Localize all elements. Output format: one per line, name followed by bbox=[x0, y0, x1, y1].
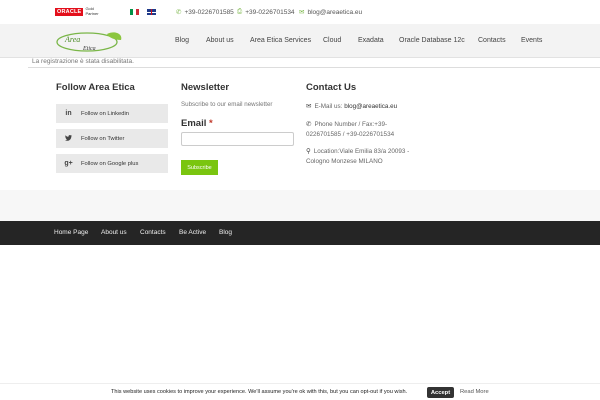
phone-icon: ✆ bbox=[306, 121, 312, 128]
footer-nav-home-page[interactable]: Home Page bbox=[54, 229, 88, 236]
twitter-icon bbox=[56, 134, 81, 143]
follow-google-plus-button[interactable]: g+ Follow on Google plus bbox=[56, 154, 168, 173]
footer-nav-blog[interactable]: Blog bbox=[219, 229, 232, 236]
cookie-accept-button[interactable]: Accept bbox=[427, 387, 454, 398]
cookie-read-more-link[interactable]: Read More bbox=[460, 389, 489, 395]
map-marker-icon: ⚲ bbox=[306, 148, 311, 155]
oracle-gold-partner-logo: ORACLE Gold Partner bbox=[55, 6, 99, 16]
contact-email: ✉ E-Mail us: blog@areaetica.eu bbox=[306, 103, 398, 110]
nav-item-exadata[interactable]: Exadata bbox=[358, 37, 384, 44]
oracle-logo-text: ORACLE bbox=[55, 7, 84, 16]
italian-flag-icon[interactable] bbox=[130, 9, 139, 15]
divider bbox=[28, 67, 600, 68]
linkedin-icon: in bbox=[65, 110, 72, 117]
envelope-icon: ✉ bbox=[306, 103, 312, 110]
nav-item-contacts[interactable]: Contacts bbox=[478, 37, 506, 44]
oracle-partner-text: Gold Partner bbox=[85, 6, 99, 16]
contact-title: Contact Us bbox=[306, 82, 357, 93]
follow-twitter-button[interactable]: Follow on Twitter bbox=[56, 129, 168, 148]
top-phone: ✆ +39-0226701585 bbox=[176, 8, 234, 17]
top-email[interactable]: ✉ blog@areaetica.eu bbox=[299, 8, 362, 17]
follow-linkedin-button[interactable]: in Follow on Linkedin bbox=[56, 104, 168, 123]
follow-title: Follow Area Etica bbox=[56, 82, 135, 93]
footer-nav-be-active[interactable]: Be Active bbox=[179, 229, 206, 236]
footer-nav: Home Page About us Contacts Be Active Bl… bbox=[0, 221, 600, 245]
main-navbar: Area Etica Blog About us Area Etica Serv… bbox=[0, 24, 600, 58]
nav-item-oracle-database-12c[interactable]: Oracle Database 12c bbox=[399, 37, 465, 44]
newsletter-subtitle: Subscribe to our email newsletter bbox=[181, 101, 273, 108]
contact-email-link[interactable]: blog@areaetica.eu bbox=[344, 103, 397, 110]
registration-notice: La registrazione è stata disabilitata. bbox=[32, 58, 134, 65]
footer-nav-about-us[interactable]: About us bbox=[101, 229, 127, 236]
newsletter-email-input[interactable] bbox=[181, 132, 294, 146]
fax-icon: ⎙ bbox=[237, 8, 243, 15]
footer-band bbox=[0, 190, 600, 221]
email-label: Email * bbox=[181, 118, 213, 129]
nav-item-blog[interactable]: Blog bbox=[175, 37, 189, 44]
top-bar: ORACLE Gold Partner ✆ +39-0226701585 ⎙ +… bbox=[0, 0, 600, 24]
nav-item-cloud[interactable]: Cloud bbox=[323, 37, 341, 44]
english-flag-icon[interactable] bbox=[147, 9, 156, 15]
subscribe-button[interactable]: Subscribe bbox=[181, 160, 218, 175]
nav-item-events[interactable]: Events bbox=[521, 37, 542, 44]
contact-location: ⚲ Location:Viale Emilia 83/a 20093 - Colo… bbox=[306, 148, 410, 165]
cookie-bar: This website uses cookies to improve you… bbox=[0, 383, 600, 400]
envelope-icon: ✉ bbox=[299, 9, 305, 16]
phone-icon: ✆ bbox=[176, 9, 182, 16]
cookie-text: This website uses cookies to improve you… bbox=[111, 389, 408, 395]
nav-item-services[interactable]: Area Etica Services bbox=[250, 37, 311, 44]
contact-phone: ✆ Phone Number / Fax:+39- 0226701585 / +3… bbox=[306, 121, 395, 138]
google-plus-icon: g+ bbox=[64, 160, 73, 167]
newsletter-title: Newsletter bbox=[181, 82, 230, 93]
top-fax: ⎙ +39-0226701534 bbox=[237, 8, 295, 16]
main-nav: Blog About us Area Etica Services Cloud … bbox=[0, 37, 600, 47]
footer-nav-contacts[interactable]: Contacts bbox=[140, 229, 166, 236]
nav-item-about-us[interactable]: About us bbox=[206, 37, 234, 44]
